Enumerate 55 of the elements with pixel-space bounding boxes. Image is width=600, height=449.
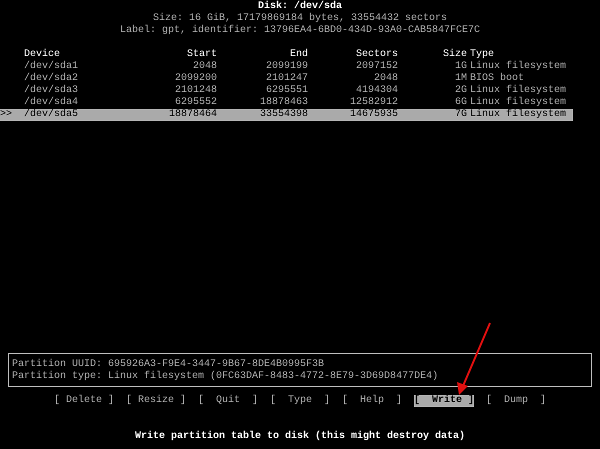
table-cell-text: 2097152 — [354, 61, 398, 73]
disk-title: Disk: /dev/sda — [256, 1, 343, 12]
table-cell-text: /dev/sda1 — [24, 61, 80, 72]
menu-button[interactable]: [ Delete ] — [54, 395, 114, 407]
table-cell-text: /dev/sda4 — [24, 97, 80, 109]
table-cell-text: 2099200 — [174, 73, 217, 85]
menu-button[interactable]: [ Dump ] — [486, 395, 546, 407]
menu-button[interactable]: [ Quit ] — [198, 395, 258, 407]
table-cell-text: 18878464 — [168, 109, 217, 121]
table-cell-text: 14675935 — [348, 109, 398, 121]
table-cell-text: /dev/sda5 — [24, 109, 80, 121]
table-cell-text: Linux filesystem — [470, 109, 568, 121]
table-cell-text: 6G — [454, 97, 467, 109]
table-cell-text: 1G — [454, 61, 467, 73]
partition-row[interactable]: /dev/sda1 2048 2099199 2097152 1G Linux filesystem — [0, 61, 573, 73]
column-header: Type — [470, 49, 496, 60]
partition-row[interactable]: /dev/sda3 2101248 6295551 4194304 2G Linux filesystem — [0, 85, 573, 97]
table-cell-text: Linux filesystem — [470, 97, 568, 109]
menu-button[interactable]: [ Write ] — [414, 395, 474, 407]
partition-row[interactable]: /dev/sda2 2099200 2101247 2048 1M BIOS boot — [0, 73, 573, 85]
table-cell-text: 2048 — [192, 61, 217, 73]
table-cell-text: 12582912 — [348, 97, 398, 109]
info-line: Partition type: Linux filesystem (0FC63DAF-8483-4772-8E79-3D69D8477DE4) — [12, 371, 440, 383]
partition-row[interactable]: >> /dev/sda5 18878464 33554398 14675935 7G Linux filesystem — [0, 109, 573, 121]
column-header: Size — [442, 49, 467, 61]
menu-button[interactable]: [ Help ] — [342, 395, 402, 407]
table-cell-text: 2099199 — [264, 61, 308, 73]
cursor-marker: >> — [0, 109, 14, 121]
table-cell-text: 7G — [454, 109, 467, 121]
table-cell-text: BIOS boot — [470, 73, 526, 84]
table-cell-text: 2048 — [372, 73, 398, 85]
column-header: Start — [186, 49, 217, 61]
table-cell-text: 6295551 — [264, 85, 308, 97]
table-cell-text: 6295552 — [174, 97, 217, 109]
table-cell-text: Linux filesystem — [470, 85, 568, 96]
table-cell-text: /dev/sda3 — [24, 85, 80, 96]
menu-button[interactable]: [ Type ] — [270, 395, 330, 407]
table-cell-text: 2G — [454, 85, 467, 97]
menu-button[interactable]: [ Resize ] — [126, 395, 186, 407]
column-header: Sectors — [354, 49, 398, 61]
table-cell-text: 4194304 — [354, 85, 398, 97]
column-header: End — [288, 49, 308, 61]
hint-text: Write partition table to disk (this might destroy data) — [134, 431, 466, 443]
table-cell-text: 2101247 — [264, 73, 308, 85]
disk-label: Label: gpt, identifier: 13796EA4-6BD0-434D-93A0-CAB5847FCE7C — [118, 25, 482, 37]
table-cell-text: /dev/sda2 — [24, 73, 80, 84]
column-header: Device — [24, 49, 62, 60]
table-cell-text: 33554398 — [258, 109, 308, 121]
table-cell-text: 2101248 — [174, 85, 217, 97]
disk-size: Size: 16 GiB, 17179869184 bytes, 33554432 sectors — [152, 13, 448, 24]
partition-row[interactable]: /dev/sda4 6295552 18878463 12582912 6G Linux filesystem — [0, 97, 573, 109]
table-cell-text: Linux filesystem — [470, 61, 568, 72]
table-cell-text: 1M — [454, 73, 467, 85]
info-line: Partition UUID: 695926A3-F9E4-3447-9B67-8DE4B0995F3B — [12, 359, 326, 370]
table-cell-text: 18878463 — [258, 97, 308, 109]
